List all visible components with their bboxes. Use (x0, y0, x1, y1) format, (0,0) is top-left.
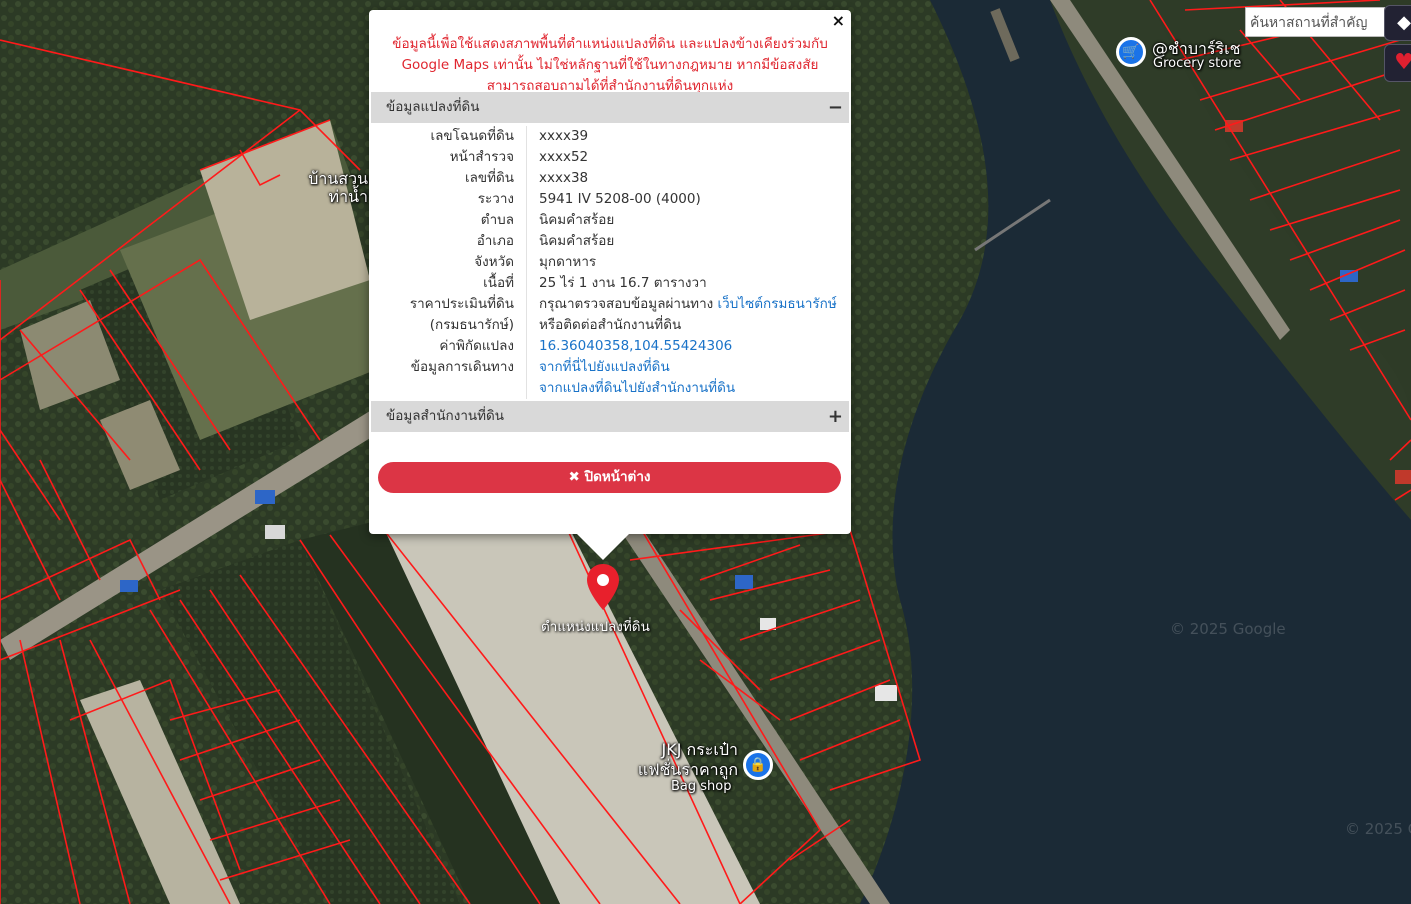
parcel-location-pin-icon[interactable] (585, 562, 621, 612)
field-value: 5941 IV 5208-00 (4000) (539, 191, 701, 207)
table-row: (กรมธนารักษ์) หรือติดต่อสำนักงานที่ดิน (371, 315, 849, 336)
grocery-store-icon[interactable]: 🛒 (1116, 37, 1146, 67)
coordinate-key: ค่าพิกัดแปลง (371, 336, 527, 357)
field-value: xxxx39 (539, 128, 589, 144)
parcel-info-header[interactable]: ข้อมูลแปลงที่ดิน − (371, 92, 849, 123)
map-attribution-watermark: © 2025 Google (1345, 820, 1411, 838)
collapse-icon[interactable]: − (828, 92, 843, 123)
close-icon[interactable]: × (832, 11, 845, 30)
field-key: อำเภอ (371, 231, 527, 252)
table-row: เลขโฉนดที่ดิน xxxx39 (371, 126, 849, 147)
popup-pointer (576, 533, 630, 560)
parcel-info-table: เลขโฉนดที่ดิน xxxx39 หน้าสำรวจ xxxx52 เลขที่… (371, 126, 849, 399)
appraisal-key: ราคาประเมินที่ดิน (371, 294, 527, 315)
field-key: หน้าสำรวจ (371, 147, 527, 168)
expand-icon[interactable]: + (828, 401, 843, 432)
village-label: บ้านสวน ท่าน้ำ (308, 169, 368, 206)
parcel-info-title: ข้อมูลแปลงที่ดิน (386, 99, 480, 115)
treasury-website-link[interactable]: เว็บไซต์กรมธนารักษ์ (718, 296, 837, 312)
table-row: เนื้อที่ 25 ไร่ 1 งาน 16.7 ตารางวา (371, 273, 849, 294)
field-value: xxxx38 (539, 170, 589, 186)
table-row: ระวาง 5941 IV 5208-00 (4000) (371, 189, 849, 210)
parcel-location-label: ตำแหน่งแปลงที่ดิน (541, 619, 650, 635)
bag-shop-name[interactable]: JKJ กระเป๋า แฟชั่นราคาถูก (620, 740, 738, 780)
table-row: หน้าสำรวจ xxxx52 (371, 147, 849, 168)
layers-icon[interactable]: ◆ (1384, 5, 1411, 41)
table-row: จังหวัด มุกดาหาร (371, 252, 849, 273)
field-key: เลขโฉนดที่ดิน (371, 126, 527, 147)
field-key: ตำบล (371, 210, 527, 231)
table-row: จากแปลงที่ดินไปยังสำนักงานที่ดิน (371, 378, 849, 399)
field-value: มุกดาหาร (539, 254, 597, 270)
field-key: ระวาง (371, 189, 527, 210)
disclaimer-notice: ข้อมูลนี้เพื่อใช้แสดงสภาพพื้นที่ตำแหน่งแ… (392, 36, 828, 94)
field-value: นิคมคำสร้อย (539, 212, 615, 228)
table-row: ตำบล นิคมคำสร้อย (371, 210, 849, 231)
table-row: ค่าพิกัดแปลง 16.36040358,104.55424306 (371, 336, 849, 357)
table-row: เลขที่ดิน xxxx38 (371, 168, 849, 189)
appraisal-key-sub: (กรมธนารักษ์) (371, 315, 527, 336)
field-value: นิคมคำสร้อย (539, 233, 615, 249)
office-info-panel: ข้อมูลสำนักงานที่ดิน + (371, 401, 849, 432)
field-value: 25 ไร่ 1 งาน 16.7 ตารางวา (539, 275, 707, 291)
field-key: เนื้อที่ (371, 273, 527, 294)
search-placeholder: ค้นหาสถานที่สำคัญ (1250, 15, 1368, 31)
table-row: ข้อมูลการเดินทาง จากที่นี่ไปยังแปลงที่ดิ… (371, 357, 849, 378)
close-window-label: ปิดหน้าต่าง (584, 469, 651, 485)
map-attribution-watermark: © 2025 Google (1170, 620, 1286, 638)
grocery-store-type: Grocery store (1153, 56, 1242, 71)
bag-shop-icon[interactable]: 🔒 (743, 750, 773, 780)
directions-to-office-link[interactable]: จากแปลงที่ดินไปยังสำนักงานที่ดิน (539, 380, 735, 396)
bag-shop-type: Bag shop (671, 779, 732, 794)
field-value: xxxx52 (539, 149, 589, 165)
parcel-info-popup: × ข้อมูลนี้เพื่อใช้แสดงสภาพพื้นที่ตำแหน่… (369, 10, 851, 534)
close-window-button[interactable]: ✖ ปิดหน้าต่าง (378, 462, 841, 493)
office-info-header[interactable]: ข้อมูลสำนักงานที่ดิน + (371, 401, 849, 432)
table-row: อำเภอ นิคมคำสร้อย (371, 231, 849, 252)
travel-key: ข้อมูลการเดินทาง (371, 357, 527, 378)
close-x-icon: ✖ (568, 469, 580, 485)
field-key: จังหวัด (371, 252, 527, 273)
place-search-input[interactable]: ค้นหาสถานที่สำคัญ (1245, 7, 1385, 37)
directions-to-parcel-link[interactable]: จากที่นี่ไปยังแปลงที่ดิน (539, 359, 670, 375)
appraisal-text-2: หรือติดต่อสำนักงานที่ดิน (539, 317, 682, 333)
appraisal-text: กรุณาตรวจสอบข้อมูลผ่านทาง (539, 296, 718, 312)
coordinate-link[interactable]: 16.36040358,104.55424306 (539, 338, 732, 354)
table-row: ราคาประเมินที่ดิน กรุณาตรวจสอบข้อมูลผ่าน… (371, 294, 849, 315)
parcel-info-panel: ข้อมูลแปลงที่ดิน − เลขโฉนดที่ดิน xxxx39 หน… (371, 92, 849, 399)
office-info-title: ข้อมูลสำนักงานที่ดิน (386, 408, 505, 424)
heart-icon[interactable]: ♥ (1384, 44, 1411, 82)
field-key: เลขที่ดิน (371, 168, 527, 189)
